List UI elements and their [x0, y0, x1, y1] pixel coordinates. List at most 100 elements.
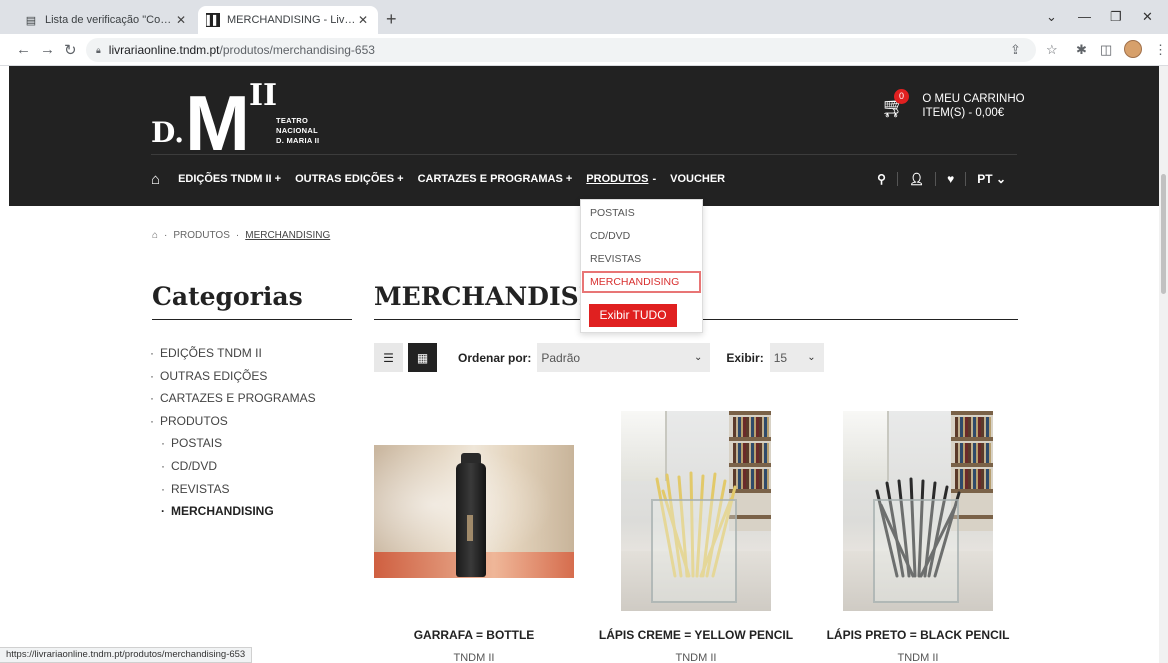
logo-sub-line: D. MARIA II: [276, 136, 320, 145]
reload-icon[interactable]: ↻: [64, 41, 77, 59]
user-icon[interactable]: 👤︎: [898, 172, 937, 186]
product-name[interactable]: LÁPIS CREME = YELLOW PENCIL: [596, 628, 796, 642]
category-subitem[interactable]: · REVISTAS: [150, 482, 316, 505]
product-brand: TNDM II: [453, 652, 495, 663]
back-icon[interactable]: ←: [16, 41, 31, 58]
bullet: ·: [161, 481, 165, 496]
chevron-down-icon: ⌄: [995, 172, 1006, 186]
profile-avatar[interactable]: [1124, 40, 1142, 58]
nav-cartazes[interactable]: CARTAZES E PROGRAMAS +: [418, 173, 573, 185]
logo-subtitle: TEATRO NACIONAL D. MARIA II: [276, 116, 356, 146]
browser-tab-merchandising[interactable]: ▌▌ MERCHANDISING - Livraria do T ✕: [198, 6, 378, 34]
chevron-down-icon: ⌄: [807, 352, 816, 363]
category-item[interactable]: · EDIÇÕES TNDM II: [150, 346, 316, 369]
home-icon[interactable]: ⌂: [151, 171, 160, 188]
sort-select[interactable]: Padrão ⌄: [537, 343, 711, 372]
cart-total: ITEM(S) - 0,00€: [922, 107, 1005, 119]
listing-toolbar: ☰ ▦ Ordenar por: Padrão ⌄ Exibir: 15 ⌄: [374, 343, 824, 372]
product-image-black-pencil[interactable]: [843, 411, 993, 611]
bullet: ·: [150, 346, 154, 360]
breadcrumb-produtos[interactable]: PRODUTOS: [173, 230, 230, 241]
grid-view-button[interactable]: ▦: [408, 343, 437, 372]
cart-widget[interactable]: 🛒︎ 0 O MEU CARRINHO ITEM(S) - 0,00€: [881, 89, 1025, 120]
category-label: REVISTAS: [171, 481, 230, 496]
close-icon[interactable]: ✕: [174, 13, 188, 27]
category-label: CARTAZES E PROGRAMAS: [160, 391, 316, 406]
window-close-icon[interactable]: ✕: [1142, 9, 1153, 25]
dropdown-item-postais[interactable]: POSTAIS: [582, 202, 701, 224]
category-subitem[interactable]: · POSTAIS: [150, 436, 316, 459]
bullet: ·: [161, 458, 165, 473]
sidebar-divider: [152, 319, 352, 320]
menu-kebab-icon[interactable]: ⋮: [1154, 42, 1167, 58]
restore-icon[interactable]: ❐: [1110, 9, 1122, 25]
product-image-yellow-pencil[interactable]: [621, 411, 771, 611]
tab-search-icon[interactable]: ⌄: [1046, 9, 1057, 25]
bullet: ·: [161, 504, 165, 519]
logo-ii: II: [249, 78, 278, 113]
nav-produtos[interactable]: PRODUTOS: [586, 173, 648, 185]
cart-icon: 🛒︎ 0: [881, 89, 909, 120]
status-bar: https://livrariaonline.tndm.pt/produtos/…: [0, 647, 253, 663]
bullet: ·: [150, 391, 154, 406]
show-all-button[interactable]: Exibir TUDO: [589, 304, 677, 327]
cart-text: O MEU CARRINHO ITEM(S) - 0,00€: [922, 92, 1024, 120]
site-header: D. M II TEATRO NACIONAL D. MARIA II 🛒︎ 0…: [9, 66, 1159, 206]
category-item[interactable]: · CARTAZES E PROGRAMAS: [150, 391, 316, 414]
heart-icon[interactable]: ♥: [936, 172, 967, 186]
scrollbar-thumb[interactable]: [1161, 174, 1166, 294]
logo-m: M: [185, 79, 250, 167]
page-scrollbar[interactable]: [1159, 66, 1168, 663]
produtos-dropdown: POSTAIS CD/DVD REVISTAS MERCHANDISING Ex…: [580, 199, 703, 333]
nav-voucher[interactable]: VOUCHER: [670, 173, 725, 185]
share-icon[interactable]: ⇪: [1010, 42, 1021, 58]
dropdown-item-cd-dvd[interactable]: CD/DVD: [582, 225, 701, 247]
breadcrumb: ⌂ · PRODUTOS · MERCHANDISING: [152, 230, 330, 241]
browser-tab-checklist[interactable]: ▤ Lista de verificação "Conteúdo" ✕: [16, 6, 196, 34]
dropdown-item-merchandising[interactable]: MERCHANDISING: [582, 271, 701, 293]
logo-sub-line: NACIONAL: [276, 126, 318, 135]
tab-title: MERCHANDISING - Livraria do T: [227, 14, 356, 26]
show-value: 15: [773, 350, 788, 365]
search-icon[interactable]: ⚲: [866, 172, 898, 186]
category-subitem[interactable]: · CD/DVD: [150, 459, 316, 482]
bullet: ·: [150, 368, 154, 383]
url-input[interactable]: 🔒︎ livrariaonline.tndm.pt/produtos/merch…: [86, 38, 1036, 62]
category-item[interactable]: · PRODUTOS: [150, 414, 316, 437]
language-label: PT: [977, 172, 993, 186]
cart-label: O MEU CARRINHO: [922, 93, 1025, 105]
product-image-bottle[interactable]: [374, 445, 574, 578]
nav-edicoes-tndm[interactable]: EDIÇÕES TNDM II +: [178, 173, 281, 185]
product-brand: TNDM II: [897, 652, 939, 663]
nav-tools: ⚲ 👤︎ ♥ PT ⌄: [866, 166, 1017, 192]
new-tab-icon[interactable]: +: [386, 9, 397, 30]
sidepanel-icon[interactable]: ◫: [1100, 42, 1112, 58]
category-item[interactable]: · OUTRAS EDIÇÕES: [150, 369, 316, 392]
breadcrumb-separator: ·: [235, 230, 240, 241]
nav-outras-edicoes[interactable]: OUTRAS EDIÇÕES +: [295, 173, 404, 185]
list-view-button[interactable]: ☰: [374, 343, 403, 372]
sidebar-title: Categorias: [152, 282, 303, 311]
breadcrumb-current[interactable]: MERCHANDISING: [245, 230, 330, 241]
sort-value: Padrão: [541, 350, 581, 365]
forward-icon[interactable]: →: [40, 41, 55, 58]
address-bar: ← → ↻ 🔒︎ livrariaonline.tndm.pt/produtos…: [0, 34, 1168, 66]
lock-icon: 🔒︎: [96, 44, 101, 55]
checklist-icon: ▤: [25, 14, 37, 27]
language-select[interactable]: PT ⌄: [966, 172, 1017, 186]
bookmark-star-icon[interactable]: ☆: [1046, 42, 1058, 58]
show-select[interactable]: 15 ⌄: [769, 343, 824, 372]
product-name[interactable]: GARRAFA = BOTTLE: [374, 628, 574, 642]
category-label: CD/DVD: [171, 458, 218, 473]
extensions-icon[interactable]: ✱: [1076, 42, 1087, 58]
dropdown-item-revistas[interactable]: REVISTAS: [582, 248, 701, 270]
close-icon[interactable]: ✕: [356, 13, 370, 27]
sort-label: Ordenar por:: [458, 350, 532, 365]
product-name[interactable]: LÁPIS PRETO = BLACK PENCIL: [818, 628, 1018, 642]
minimize-icon[interactable]: —: [1078, 9, 1091, 24]
home-icon[interactable]: ⌂: [152, 230, 158, 241]
category-label: OUTRAS EDIÇÕES: [160, 368, 268, 383]
category-label: MERCHANDISING: [171, 504, 274, 519]
category-subitem-active[interactable]: · MERCHANDISING: [150, 504, 316, 527]
nav-produtos-toggle[interactable]: -: [652, 173, 656, 185]
